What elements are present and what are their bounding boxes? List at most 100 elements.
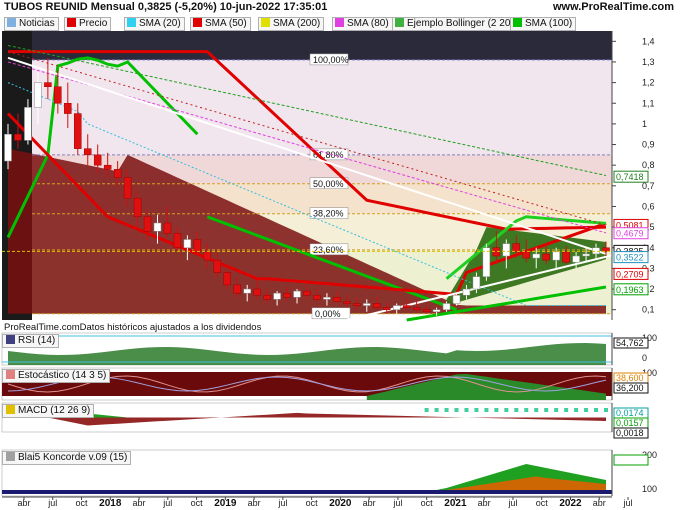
candle-body xyxy=(183,239,192,249)
candle-body xyxy=(363,303,371,306)
candle-body xyxy=(163,222,172,234)
candle-body xyxy=(542,253,550,261)
price-tag-label: 0,4679 xyxy=(616,229,644,239)
candle-body xyxy=(283,292,291,298)
candle-body xyxy=(462,288,471,296)
x-axis-label: oct xyxy=(421,498,434,508)
y-axis-label: 1,1 xyxy=(642,98,655,108)
x-axis-label: 2021 xyxy=(444,498,467,509)
koncorde-blue-band xyxy=(2,490,612,494)
candle-body xyxy=(213,259,222,273)
footer-note: ProRealTime.comDatos históricos ajustado… xyxy=(4,322,262,333)
candle-body xyxy=(223,272,232,286)
x-axis-label: oct xyxy=(536,498,549,508)
macd-histogram-bar xyxy=(524,408,529,412)
macd-histogram-bar xyxy=(594,408,599,412)
y-axis-label: 1,4 xyxy=(642,36,655,46)
candle-body xyxy=(14,133,22,141)
indicator-tag-label: 54,762 xyxy=(616,338,644,348)
x-axis-label: jul xyxy=(277,498,287,508)
price-tag-label: 0,1963 xyxy=(616,285,644,295)
candle-body xyxy=(522,251,531,259)
macd-histogram-bar xyxy=(494,408,499,412)
macd-histogram-bar xyxy=(514,408,519,412)
candle-body xyxy=(64,103,72,114)
macd-histogram-bar xyxy=(504,408,509,412)
candle-body xyxy=(482,247,491,277)
macd-histogram-bar xyxy=(604,408,608,412)
macd-histogram-bar xyxy=(564,408,569,412)
x-axis-label: oct xyxy=(306,498,319,508)
candle-body xyxy=(83,148,92,156)
x-axis-label: abr xyxy=(478,498,491,508)
candle-body xyxy=(552,251,560,261)
candle-body xyxy=(133,197,142,218)
indicator-tag-label: 38,600 xyxy=(616,373,644,383)
x-axis-label: 2019 xyxy=(214,498,237,509)
fib-label: 100,00% xyxy=(313,55,349,65)
indicator-tag-box xyxy=(613,454,649,466)
y-axis-label: 0,9 xyxy=(642,140,655,150)
macd-histogram-bar xyxy=(584,408,589,412)
candle-body xyxy=(233,284,241,294)
candle-body xyxy=(153,222,162,232)
indicator-label-4[interactable]: Blai5 Koncorde v.09 (15) xyxy=(2,451,132,465)
y-axis-label: 0,6 xyxy=(642,201,655,211)
indicator-label-1[interactable]: RSI (14) xyxy=(2,334,60,348)
price-tag-label: 0,2709 xyxy=(616,269,644,279)
y-axis-label: 1,3 xyxy=(642,57,655,67)
candle-body xyxy=(203,251,212,261)
fib-zone xyxy=(32,59,612,155)
y-axis-label: 1,2 xyxy=(642,78,655,88)
x-axis-label: abr xyxy=(17,498,30,508)
candle-body xyxy=(253,288,261,296)
price-tag-label: 0,3522 xyxy=(616,253,644,263)
candle-body xyxy=(54,86,62,104)
x-axis-label: jul xyxy=(507,498,517,508)
indicator-name: MACD (12 26 9) xyxy=(18,405,91,416)
candle-body xyxy=(323,297,331,300)
x-axis-label: jul xyxy=(162,498,172,508)
indicator-tag-label: 0,0174 xyxy=(616,408,644,418)
candle-body xyxy=(113,169,122,178)
candle-body xyxy=(243,288,251,294)
candle-body xyxy=(103,164,112,170)
x-axis-label: abr xyxy=(363,498,376,508)
stochastic-icon xyxy=(6,370,15,379)
x-axis-label: 2020 xyxy=(329,498,352,509)
candle-body xyxy=(602,247,610,252)
candle-body xyxy=(512,243,521,253)
candle-body xyxy=(412,307,421,310)
indicator-label-2[interactable]: Estocástico (14 3 5) xyxy=(2,369,111,383)
macd-histogram-bar xyxy=(444,408,449,412)
macd-histogram-bar xyxy=(554,408,559,412)
candle-body xyxy=(562,251,570,263)
candle-body xyxy=(432,309,441,312)
indicator-tag-label: 0,0157 xyxy=(616,418,644,428)
candle-body xyxy=(592,247,600,255)
candle-body xyxy=(392,305,401,310)
macd-histogram-bar xyxy=(424,408,429,412)
y-axis-label: 0,8 xyxy=(642,160,655,170)
x-axis-label: oct xyxy=(76,498,89,508)
x-axis-label: abr xyxy=(248,498,261,508)
candle-body xyxy=(263,294,271,300)
candle-body xyxy=(382,307,391,310)
candle-body xyxy=(442,303,451,310)
y-axis-label: 0,1 xyxy=(642,305,655,315)
candle-body xyxy=(492,247,501,257)
indicator-label-3[interactable]: MACD (12 26 9) xyxy=(2,404,95,418)
candle-body xyxy=(333,297,341,302)
candle-body xyxy=(74,113,82,149)
candle-body xyxy=(93,154,102,166)
candle-body xyxy=(582,253,590,257)
candle-body xyxy=(4,133,12,162)
macd-histogram-bar xyxy=(574,408,579,412)
koncorde-icon xyxy=(6,452,15,461)
macd-icon xyxy=(6,405,15,414)
candle-body xyxy=(452,294,461,304)
chart-canvas[interactable]: 100,00%61,80%50,00%38,20%23,60%0,00%1,41… xyxy=(0,0,680,510)
candle-body xyxy=(293,290,301,298)
candle-body xyxy=(572,255,580,263)
candle-body xyxy=(353,303,361,306)
